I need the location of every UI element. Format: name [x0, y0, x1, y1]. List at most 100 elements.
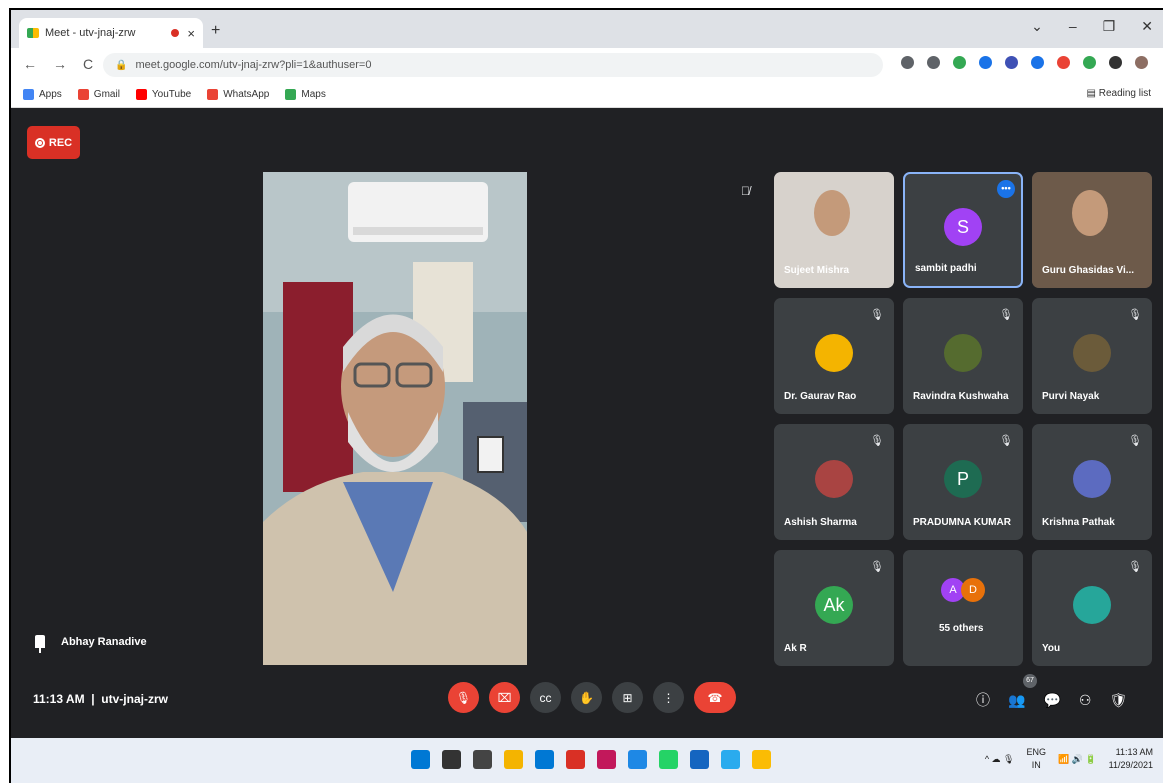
bookmark-gmail[interactable]: Gmail	[77, 89, 120, 100]
taskbar-app-icon[interactable]	[628, 750, 647, 769]
forward-icon[interactable]: →	[53, 56, 67, 72]
pin-icon[interactable]	[35, 635, 45, 653]
camera-off-button[interactable]: ⌧	[489, 682, 520, 713]
gmail-icon	[77, 89, 89, 100]
participant-tile[interactable]: Guru Ghasidas Vi...	[1032, 172, 1152, 288]
presenter-video-image	[263, 172, 527, 665]
participant-tile[interactable]: A D 55 others	[903, 550, 1023, 666]
extension-icon[interactable]	[1031, 56, 1044, 69]
browser-tab-meet[interactable]: Meet - utv-jnaj-zrw ×	[19, 18, 203, 48]
network-sound-battery-icon[interactable]: 📶 🔊 🔋	[1058, 754, 1097, 765]
taskbar-app-icon[interactable]	[659, 750, 678, 769]
tray-icons[interactable]: ^ ☁ 🎙	[985, 754, 1015, 765]
participant-tile[interactable]: P 🎙 PRADUMNA KUMAR	[903, 424, 1023, 540]
taskbar-app-icon[interactable]	[566, 750, 585, 769]
reading-list-button[interactable]: ▤ Reading list	[1087, 88, 1152, 99]
language-indicator[interactable]: ENG IN	[1026, 746, 1046, 772]
extension-icon[interactable]	[1057, 56, 1070, 69]
participant-tile[interactable]: 🎙 Ashish Sharma	[774, 424, 894, 540]
taskbar-app-icon[interactable]	[473, 750, 492, 769]
muted-mic-icon: 🎙	[1128, 435, 1142, 447]
taskbar-icons	[411, 750, 771, 769]
whatsapp-icon	[207, 89, 219, 100]
window-controls: ⌄ – ❐ ✕	[1031, 18, 1153, 35]
rec-label: REC	[48, 136, 73, 149]
participant-tile[interactable]: 🎙 Ravindra Kushwaha	[903, 298, 1023, 414]
bookmark-maps[interactable]: Maps	[285, 89, 326, 100]
host-controls-icon[interactable]: 🛡	[1109, 692, 1127, 709]
chat-icon[interactable]: 💬	[1043, 692, 1060, 709]
people-icon[interactable]: 👥	[1008, 692, 1025, 709]
extension-icon[interactable]	[1005, 56, 1018, 69]
taskbar-app-icon[interactable]	[721, 750, 740, 769]
participant-tile[interactable]: S🎙•••sambit padhi	[903, 172, 1023, 288]
meet-favicon-icon	[27, 28, 39, 38]
restore-icon[interactable]: ❐	[1103, 18, 1116, 35]
presenter-video	[263, 172, 527, 665]
new-tab-button[interactable]: +	[211, 22, 220, 40]
camera-off-icon: ⌧	[497, 690, 512, 705]
taskbar-app-icon[interactable]	[411, 750, 430, 769]
record-icon	[34, 137, 45, 148]
tab-title: Meet - utv-jnaj-zrw	[45, 27, 136, 39]
minimize-icon[interactable]: –	[1069, 18, 1077, 35]
taskbar-app-icon[interactable]	[690, 750, 709, 769]
taskbar-app-icon[interactable]	[442, 750, 461, 769]
raise-hand-button[interactable]: ✋	[571, 682, 602, 713]
extension-icon[interactable]	[927, 56, 940, 69]
bookmark-apps[interactable]: Apps	[23, 89, 62, 100]
url-input[interactable]: 🔒 meet.google.com/utv-jnaj-zrw?pli=1&aut…	[103, 53, 883, 77]
taskbar-app-icon[interactable]	[504, 750, 523, 769]
participant-name: 55 others	[939, 623, 984, 634]
tab-search-icon[interactable]: ⌄	[1031, 18, 1043, 35]
present-button[interactable]: ⊞	[612, 682, 643, 713]
end-call-button[interactable]: ☎	[694, 682, 736, 713]
reload-icon[interactable]: C	[83, 56, 93, 72]
more-options-button[interactable]: ⋮	[653, 682, 684, 713]
extension-icon[interactable]	[1135, 56, 1148, 69]
muted-mic-icon: 🎙	[1128, 561, 1142, 573]
captions-button[interactable]: cc	[530, 682, 561, 713]
participant-tile[interactable]: 🎙 You	[1032, 550, 1152, 666]
participant-name: Purvi Nayak	[1042, 391, 1100, 402]
meeting-clock: 11:13 AM | utv-jnaj-zrw	[33, 692, 168, 706]
extension-icon[interactable]	[1109, 56, 1122, 69]
participant-tile[interactable]: 🎙 Purvi Nayak	[1032, 298, 1152, 414]
taskbar-clock[interactable]: 11:13 AM 11/29/2021	[1109, 746, 1153, 772]
presenter-label: Abhay Ranadive	[35, 635, 147, 653]
more-options-icon: ⋮	[662, 690, 675, 705]
url-text: meet.google.com/utv-jnaj-zrw?pli=1&authu…	[135, 59, 372, 71]
bookmark-label: Apps	[39, 89, 62, 100]
participant-tile[interactable]: Ak 🎙 Ak R	[774, 550, 894, 666]
participant-tile[interactable]: 🎙 Krishna Pathak	[1032, 424, 1152, 540]
recording-indicator-icon	[171, 29, 180, 37]
participant-tile[interactable]: 🎙 Dr. Gaurav Rao	[774, 298, 894, 414]
reading-list-label: Reading list	[1098, 88, 1151, 99]
extension-icon[interactable]	[953, 56, 966, 69]
participant-name: sambit padhi	[915, 263, 977, 274]
mic-off-button[interactable]: 🎙	[448, 682, 479, 713]
participant-name: Sujeet Mishra	[784, 265, 850, 276]
taskbar-app-icon[interactable]	[752, 750, 771, 769]
participant-avatar	[944, 333, 982, 372]
recording-badge[interactable]: REC	[27, 126, 80, 159]
extension-icon[interactable]	[979, 56, 992, 69]
participant-name: You	[1042, 643, 1061, 654]
bookmark-whatsapp[interactable]: WhatsApp	[207, 89, 269, 100]
bookmark-youtube[interactable]: YouTube	[135, 89, 191, 100]
close-window-icon[interactable]: ✕	[1141, 18, 1153, 35]
participant-avatar	[1073, 333, 1111, 372]
activities-icon[interactable]: ⚇	[1079, 692, 1092, 709]
more-options-icon[interactable]: •••	[997, 180, 1015, 198]
taskbar-app-icon[interactable]	[535, 750, 554, 769]
taskbar-app-icon[interactable]	[597, 750, 616, 769]
extension-icon[interactable]	[1083, 56, 1096, 69]
meeting-details-icon[interactable]: ⓘ	[976, 690, 990, 710]
extension-icon[interactable]	[901, 56, 914, 69]
participant-tile[interactable]: Sujeet Mishra	[774, 172, 894, 288]
back-icon[interactable]: ←	[23, 56, 37, 72]
lock-icon: 🔒	[115, 59, 128, 71]
tab-close-icon[interactable]: ×	[187, 26, 195, 41]
present-icon: ⊞	[622, 690, 633, 705]
muted-mic-icon: 🎙	[999, 435, 1013, 447]
